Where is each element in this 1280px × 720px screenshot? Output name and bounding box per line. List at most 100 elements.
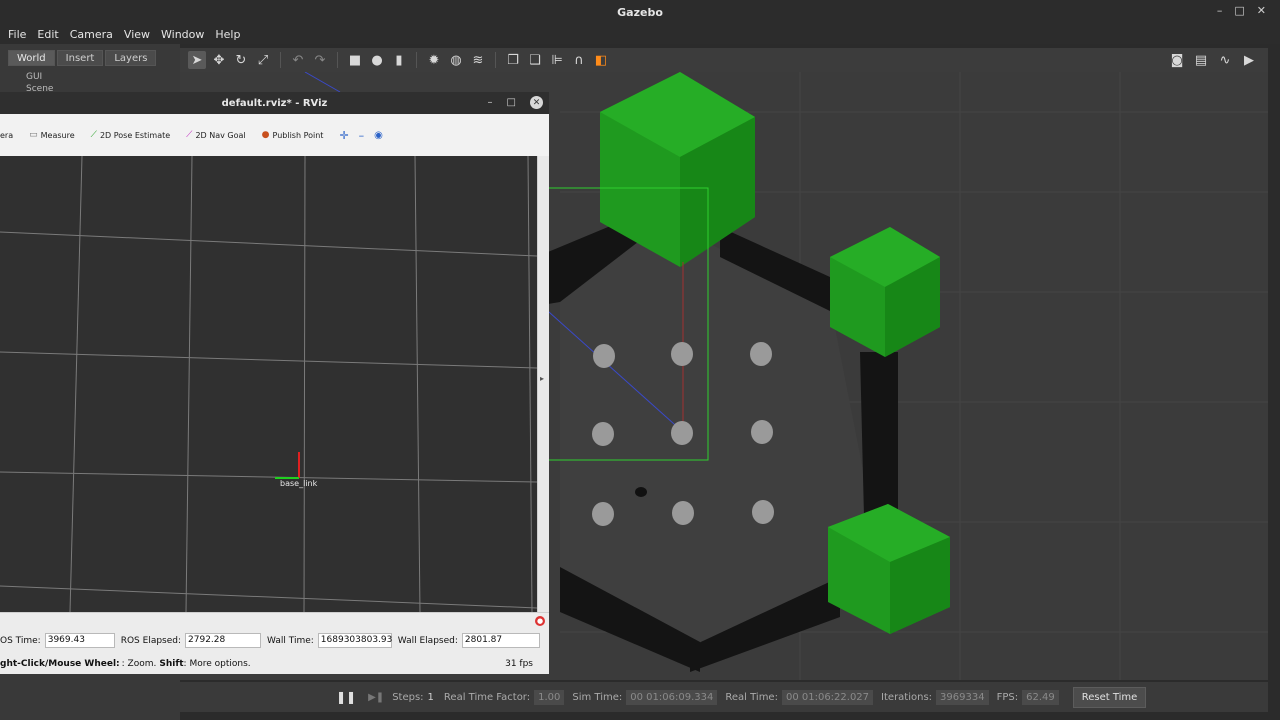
- steps-label: Steps:: [392, 691, 424, 703]
- log-icon[interactable]: ▤: [1192, 51, 1210, 69]
- directional-light-icon[interactable]: ≋: [469, 51, 487, 69]
- chevron-right-icon[interactable]: ▸: [540, 374, 544, 383]
- menu-view[interactable]: View: [124, 28, 150, 41]
- robot-model[interactable]: [635, 487, 647, 497]
- menu-camera[interactable]: Camera: [70, 28, 113, 41]
- screenshot-icon[interactable]: ◙: [1168, 51, 1186, 69]
- close-icon[interactable]: ✕: [1257, 4, 1266, 17]
- minimize-icon[interactable]: –: [1217, 4, 1223, 17]
- rviz-window: default.rviz* - RViz – □ ✕ era ▭ Measure…: [0, 92, 549, 674]
- tool-label: 2D Nav Goal: [195, 130, 246, 140]
- ros-time-label: OS Time:: [0, 635, 41, 646]
- rviz-grid-scene[interactable]: base_link: [0, 156, 537, 612]
- gazebo-toolbar: ➤ ✥ ↻ ⤢ ↶ ↷ ■ ● ▮ ✹ ◍ ≋ ❐ ❑ ⊫ ∩ ◧ ◙ ▤ ∿ …: [180, 48, 1268, 72]
- status-zoom-text: : Zoom.: [121, 659, 157, 669]
- pause-icon[interactable]: ❚❚: [336, 690, 356, 704]
- scale-icon[interactable]: ⤢: [254, 51, 272, 69]
- sphere-icon[interactable]: ●: [368, 51, 386, 69]
- rviz-window-title: default.rviz* - RViz: [221, 97, 328, 109]
- remove-tool-icon[interactable]: –: [359, 129, 365, 142]
- fps-label: FPS:: [996, 691, 1019, 703]
- ros-time-field[interactable]: 3969.43: [44, 633, 115, 648]
- tool-move-camera[interactable]: era: [0, 131, 13, 140]
- tool-label: Measure: [40, 130, 75, 140]
- rviz-grid: [0, 156, 537, 612]
- gazebo-status-bar: ❚❚ ▶❚ Steps: 1 Real Time Factor: 1.00 Si…: [180, 682, 1268, 712]
- undo-icon[interactable]: ↶: [289, 51, 307, 69]
- green-obstacle[interactable]: [828, 504, 950, 634]
- tool-2d-pose-estimate[interactable]: ⟋ 2D Pose Estimate: [91, 130, 171, 140]
- reset-time-button[interactable]: Reset Time: [1072, 686, 1147, 708]
- fps-value: 62.49: [1022, 689, 1059, 705]
- ros-elapsed-label: ROS Elapsed:: [120, 635, 182, 646]
- toolbar-divider: [495, 52, 496, 68]
- rviz-3d-view[interactable]: base_link: [0, 156, 537, 612]
- magenta-arrow-icon: ⟋: [186, 130, 193, 140]
- steps-value[interactable]: 1: [428, 692, 434, 703]
- menu-help[interactable]: Help: [215, 28, 240, 41]
- tool-label: 2D Pose Estimate: [99, 130, 171, 140]
- paste-icon[interactable]: ❑: [526, 51, 544, 69]
- rviz-collapse-handle[interactable]: ▸: [537, 156, 549, 612]
- copy-icon[interactable]: ❐: [504, 51, 522, 69]
- toolbar-divider: [337, 52, 338, 68]
- toolbar-divider: [416, 52, 417, 68]
- redo-icon[interactable]: ↷: [311, 51, 329, 69]
- wall-time-label: Wall Time:: [267, 635, 314, 646]
- time-panel-close-icon[interactable]: ●: [535, 616, 545, 626]
- sim-time-label: Sim Time:: [572, 691, 623, 703]
- rviz-toolbar: era ▭ Measure ⟋ 2D Pose Estimate ⟋ 2D Na…: [0, 114, 549, 156]
- spot-light-icon[interactable]: ◍: [447, 51, 465, 69]
- real-time-label: Real Time:: [725, 691, 778, 703]
- rviz-titlebar: default.rviz* - RViz – □ ✕: [0, 92, 549, 114]
- rtf-label: Real Time Factor:: [443, 691, 531, 703]
- rotate-icon[interactable]: ↻: [232, 51, 250, 69]
- tool-publish-point[interactable]: ● Publish Point: [262, 130, 324, 140]
- change-view-icon[interactable]: ◧: [592, 51, 610, 69]
- tab-world[interactable]: World: [8, 50, 55, 66]
- rtf-value: 1.00: [534, 689, 565, 705]
- tab-insert[interactable]: Insert: [56, 50, 104, 66]
- box-icon[interactable]: ■: [346, 51, 364, 69]
- minimize-icon[interactable]: –: [488, 97, 493, 108]
- camera-type-icon[interactable]: ◉: [374, 130, 383, 141]
- video-record-icon[interactable]: ▶: [1240, 51, 1258, 69]
- tool-label: era: [0, 130, 14, 140]
- plot-icon[interactable]: ∿: [1216, 51, 1234, 69]
- snap-icon[interactable]: ∩: [570, 51, 588, 69]
- wall-elapsed-field[interactable]: 2801.87: [461, 633, 540, 648]
- map-pin-icon: ●: [261, 130, 270, 140]
- close-icon[interactable]: ✕: [530, 96, 543, 109]
- tree-item-gui[interactable]: GUI: [26, 71, 53, 83]
- menu-edit[interactable]: Edit: [37, 28, 58, 41]
- cylinder-icon[interactable]: ▮: [390, 51, 408, 69]
- maximize-icon[interactable]: □: [507, 97, 516, 108]
- status-more-text: : More options.: [183, 659, 251, 669]
- maximize-icon[interactable]: □: [1234, 4, 1244, 17]
- green-obstacle[interactable]: [830, 227, 940, 357]
- tf-frame-label: base_link: [280, 479, 318, 488]
- menu-file[interactable]: File: [8, 28, 26, 41]
- status-shift-key: Shift: [159, 659, 184, 669]
- rviz-fps: 31 fps: [505, 659, 533, 669]
- tool-measure[interactable]: ▭ Measure: [29, 130, 75, 140]
- sim-time-value: 00 01:06:09.334: [626, 689, 718, 705]
- tab-layers[interactable]: Layers: [105, 50, 157, 66]
- toolbar-divider: [280, 52, 281, 68]
- tool-2d-nav-goal[interactable]: ⟋ 2D Nav Goal: [186, 130, 246, 140]
- translate-icon[interactable]: ✥: [210, 51, 228, 69]
- green-arrow-icon: ⟋: [90, 130, 97, 140]
- tool-label: Publish Point: [272, 130, 324, 140]
- rviz-time-panel: ● OS Time: 3969.43 ROS Elapsed: 2792.28 …: [0, 612, 549, 654]
- ros-elapsed-field[interactable]: 2792.28: [185, 633, 262, 648]
- gazebo-menubar: File Edit Camera View Window Help: [0, 24, 1280, 44]
- gazebo-window-title: Gazebo: [617, 5, 663, 19]
- wall-time-field[interactable]: 1689303803.93: [317, 633, 392, 648]
- step-icon[interactable]: ▶❚: [368, 692, 384, 703]
- menu-window[interactable]: Window: [161, 28, 204, 41]
- align-icon[interactable]: ⊫: [548, 51, 566, 69]
- rviz-status-bar: ght-Click/Mouse Wheel: : Zoom. Shift : M…: [0, 654, 549, 674]
- point-light-icon[interactable]: ✹: [425, 51, 443, 69]
- add-tool-icon[interactable]: ✛: [339, 129, 348, 142]
- select-arrow-icon[interactable]: ➤: [188, 51, 206, 69]
